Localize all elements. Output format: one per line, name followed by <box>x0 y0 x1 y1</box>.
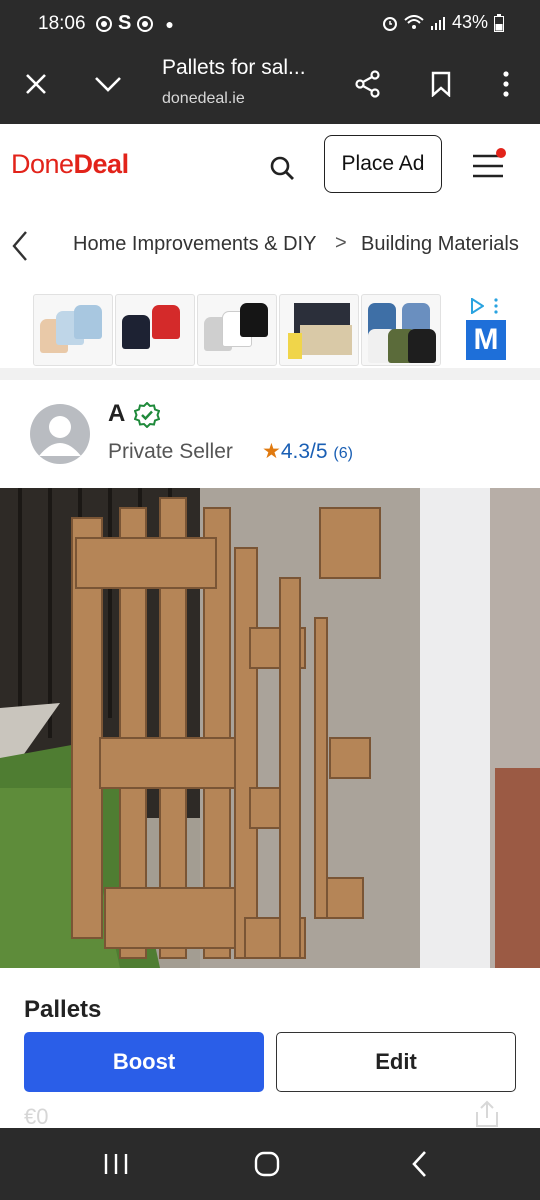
user-icon <box>39 416 81 456</box>
place-ad-button[interactable]: Place Ad <box>324 135 442 193</box>
battery-icon <box>494 13 504 32</box>
breadcrumb: Home Improvements & DIY > Building Mater… <box>0 208 540 284</box>
page-title[interactable]: Pallets for sal... <box>162 56 306 80</box>
ad-product-image[interactable] <box>361 294 441 366</box>
status-bar: 18:06 S ● 43% <box>0 0 540 48</box>
edit-button[interactable]: Edit <box>276 1032 516 1092</box>
wifi-icon <box>404 14 424 29</box>
ad-product-image[interactable] <box>197 294 277 366</box>
boost-button[interactable]: Boost <box>24 1032 264 1092</box>
collapse-button[interactable] <box>86 62 130 106</box>
home-icon <box>254 1151 280 1177</box>
chevron-left-icon <box>12 231 27 261</box>
star-icon: ★ <box>262 440 281 463</box>
recent-apps-button[interactable] <box>92 1144 140 1184</box>
breadcrumb-item-home-improvements[interactable]: Home Improvements & DIY <box>73 233 316 256</box>
more-options-button[interactable] <box>484 62 528 106</box>
search-button[interactable] <box>262 148 302 188</box>
seller-info[interactable]: A Private Seller ★4.3/5 (6) <box>0 380 540 488</box>
site-header: DoneDeal Place Ad <box>0 124 540 209</box>
listing-photo-image <box>0 488 540 968</box>
bookmark-button[interactable] <box>419 62 463 106</box>
ad-choices[interactable]: M <box>464 294 508 364</box>
bookmark-icon <box>431 71 451 97</box>
status-system-icons: 43% <box>382 12 504 33</box>
listing-summary: Pallets Boost Edit €0 <box>0 968 540 1129</box>
seller-type: Private Seller <box>108 440 233 463</box>
listing-title: Pallets <box>24 996 102 1023</box>
chevron-down-icon <box>95 77 121 92</box>
section-divider <box>0 368 540 380</box>
seller-rating[interactable]: ★4.3/5 (6) <box>262 439 353 464</box>
signal-icon <box>430 16 445 30</box>
rating-value: 4.3/5 <box>280 440 328 463</box>
donedeal-logo[interactable]: DoneDeal <box>11 149 129 180</box>
back-button[interactable] <box>6 226 38 266</box>
status-time: 18:06 <box>38 13 86 34</box>
alarm-icon <box>382 16 397 31</box>
advertiser-logo: M <box>466 320 506 360</box>
seller-name[interactable]: A <box>108 400 125 428</box>
avatar <box>30 404 90 464</box>
status-notification-icons: S ● <box>96 12 174 35</box>
more-vert-icon <box>503 71 509 97</box>
more-notifications-dot-icon: ● <box>165 15 174 32</box>
browser-toolbar: Pallets for sal... donedeal.ie <box>0 48 540 124</box>
ad-banner[interactable]: M <box>31 292 511 366</box>
s-app-icon: S <box>118 12 132 34</box>
share-button[interactable] <box>346 62 390 106</box>
back-icon <box>412 1151 426 1177</box>
home-button[interactable] <box>243 1144 291 1184</box>
listing-photo[interactable] <box>0 488 540 968</box>
system-back-button[interactable] <box>395 1144 443 1184</box>
more-vert-icon <box>494 298 498 314</box>
share-icon[interactable] <box>474 1100 500 1128</box>
ad-product-image[interactable] <box>33 294 113 366</box>
ad-choices-icon <box>471 298 484 314</box>
breadcrumb-item-building-materials[interactable]: Building Materials <box>361 233 519 256</box>
recent-apps-icon <box>104 1154 128 1174</box>
battery-percent: 43% <box>451 12 488 32</box>
notification-dot-icon <box>496 148 506 158</box>
page-url[interactable]: donedeal.ie <box>162 90 245 108</box>
ad-product-image[interactable] <box>115 294 195 366</box>
menu-button[interactable] <box>466 144 514 188</box>
review-count: (6) <box>333 445 353 462</box>
chrome-notification-icon <box>96 15 112 32</box>
chrome-notification-icon <box>137 15 154 32</box>
breadcrumb-separator: > <box>335 232 347 254</box>
close-icon <box>26 74 46 94</box>
system-navigation-bar <box>0 1128 540 1200</box>
verified-badge-icon <box>134 402 160 428</box>
ad-product-image[interactable] <box>279 294 359 366</box>
search-icon <box>270 156 294 180</box>
close-tab-button[interactable] <box>14 62 58 106</box>
listing-price: €0 <box>24 1104 49 1129</box>
share-icon <box>355 70 380 98</box>
